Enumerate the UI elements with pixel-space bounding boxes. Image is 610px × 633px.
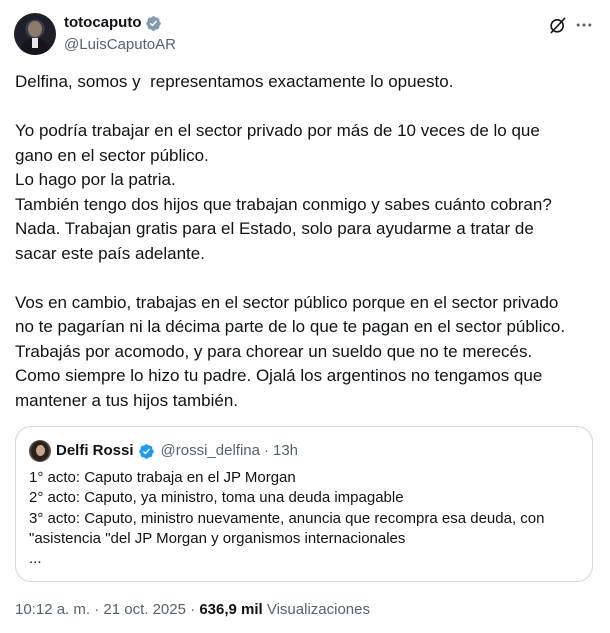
avatar-face	[28, 21, 42, 37]
avatar-collar	[32, 38, 38, 48]
quote-author-name: Delfi Rossi	[56, 442, 134, 459]
quote-avatar-face	[36, 445, 45, 456]
tweet-text-line: Nada. Trabajan gratis para el Estado, so…	[15, 219, 534, 238]
tweet-meta: 10:12 a. m. · 21 oct. 2025 · 636,9 mil V…	[15, 600, 370, 620]
more-icon[interactable]	[573, 15, 595, 35]
tweet-text-gap	[15, 266, 600, 291]
author-handle[interactable]: @LuisCaputoAR	[64, 35, 176, 55]
tweet-text-line: Como siempre lo hizo tu padre. Ojalá los…	[15, 366, 543, 385]
tweet-text-line: También tengo dos hijos que trabajan con…	[15, 194, 552, 214]
author-avatar[interactable]	[14, 13, 56, 55]
tweet-time[interactable]: 10:12 a. m.	[15, 601, 90, 618]
quote-author-handle: @rossi_delfina	[160, 442, 260, 459]
tweet-text-line: no te pagarían ni la décima parte de lo …	[15, 317, 566, 336]
quote-text-line: 3° acto: Caputo, ministro nuevamente, an…	[29, 509, 545, 527]
grok-icon[interactable]	[548, 15, 568, 35]
quote-text-line: "asistencia "del JP Morgan y organismos …	[29, 529, 406, 547]
author-name-row: totocaputo	[64, 13, 162, 33]
tweet-date[interactable]: 21 oct. 2025	[103, 601, 186, 618]
tweet: totocaputo @LuisCaputoAR Delfina, somos …	[0, 0, 610, 633]
verified-badge-icon	[146, 15, 162, 31]
quote-timestamp: 13h	[272, 442, 299, 459]
quoted-tweet[interactable]: Delfi Rossi @rossi_delfina · 13h 1° acto…	[15, 426, 593, 582]
author-display-name[interactable]: totocaputo	[64, 13, 141, 33]
tweet-text-line: Yo podría trabajar en el sector privado …	[15, 121, 540, 140]
tweet-text-line: Vos en cambio, trabajas en el sector púb…	[15, 292, 559, 312]
tweet-text-line: sacar este país adelante.	[15, 243, 205, 263]
quote-text-line: 2° acto: Caputo, ya ministro, toma una d…	[29, 489, 404, 507]
quote-verified-badge-icon	[138, 443, 154, 459]
tweet-text-gap	[15, 95, 600, 120]
meta-separator: ·	[90, 601, 104, 618]
tweet-text-line: Trabajás por acomodo, y para chorear un …	[15, 341, 533, 361]
tweet-text-line: Delfina, somos y representamos exactamen…	[15, 72, 454, 91]
quote-text-line: 1° acto: Caputo trabaja en el JP Morgan	[29, 469, 296, 486]
quote-header: Delfi Rossi @rossi_delfina · 13h	[56, 441, 298, 461]
views-label: Visualizaciones	[262, 601, 370, 618]
quote-text-line: ...	[29, 550, 42, 568]
tweet-text: Delfina, somos y representamos exactamen…	[15, 70, 600, 413]
quote-text: 1° acto: Caputo trabaja en el JP Morgan …	[29, 468, 584, 569]
meta-separator: ·	[185, 601, 200, 618]
views-count: 636,9 mil	[199, 601, 263, 618]
quote-separator: ·	[263, 442, 269, 459]
tweet-text-line: mantener a tus hijos también.	[15, 390, 239, 410]
tweet-text-line: gano en el sector público.	[15, 145, 209, 165]
quote-author-avatar	[29, 440, 51, 462]
tweet-text-line: Lo hago por la patria.	[15, 170, 176, 189]
